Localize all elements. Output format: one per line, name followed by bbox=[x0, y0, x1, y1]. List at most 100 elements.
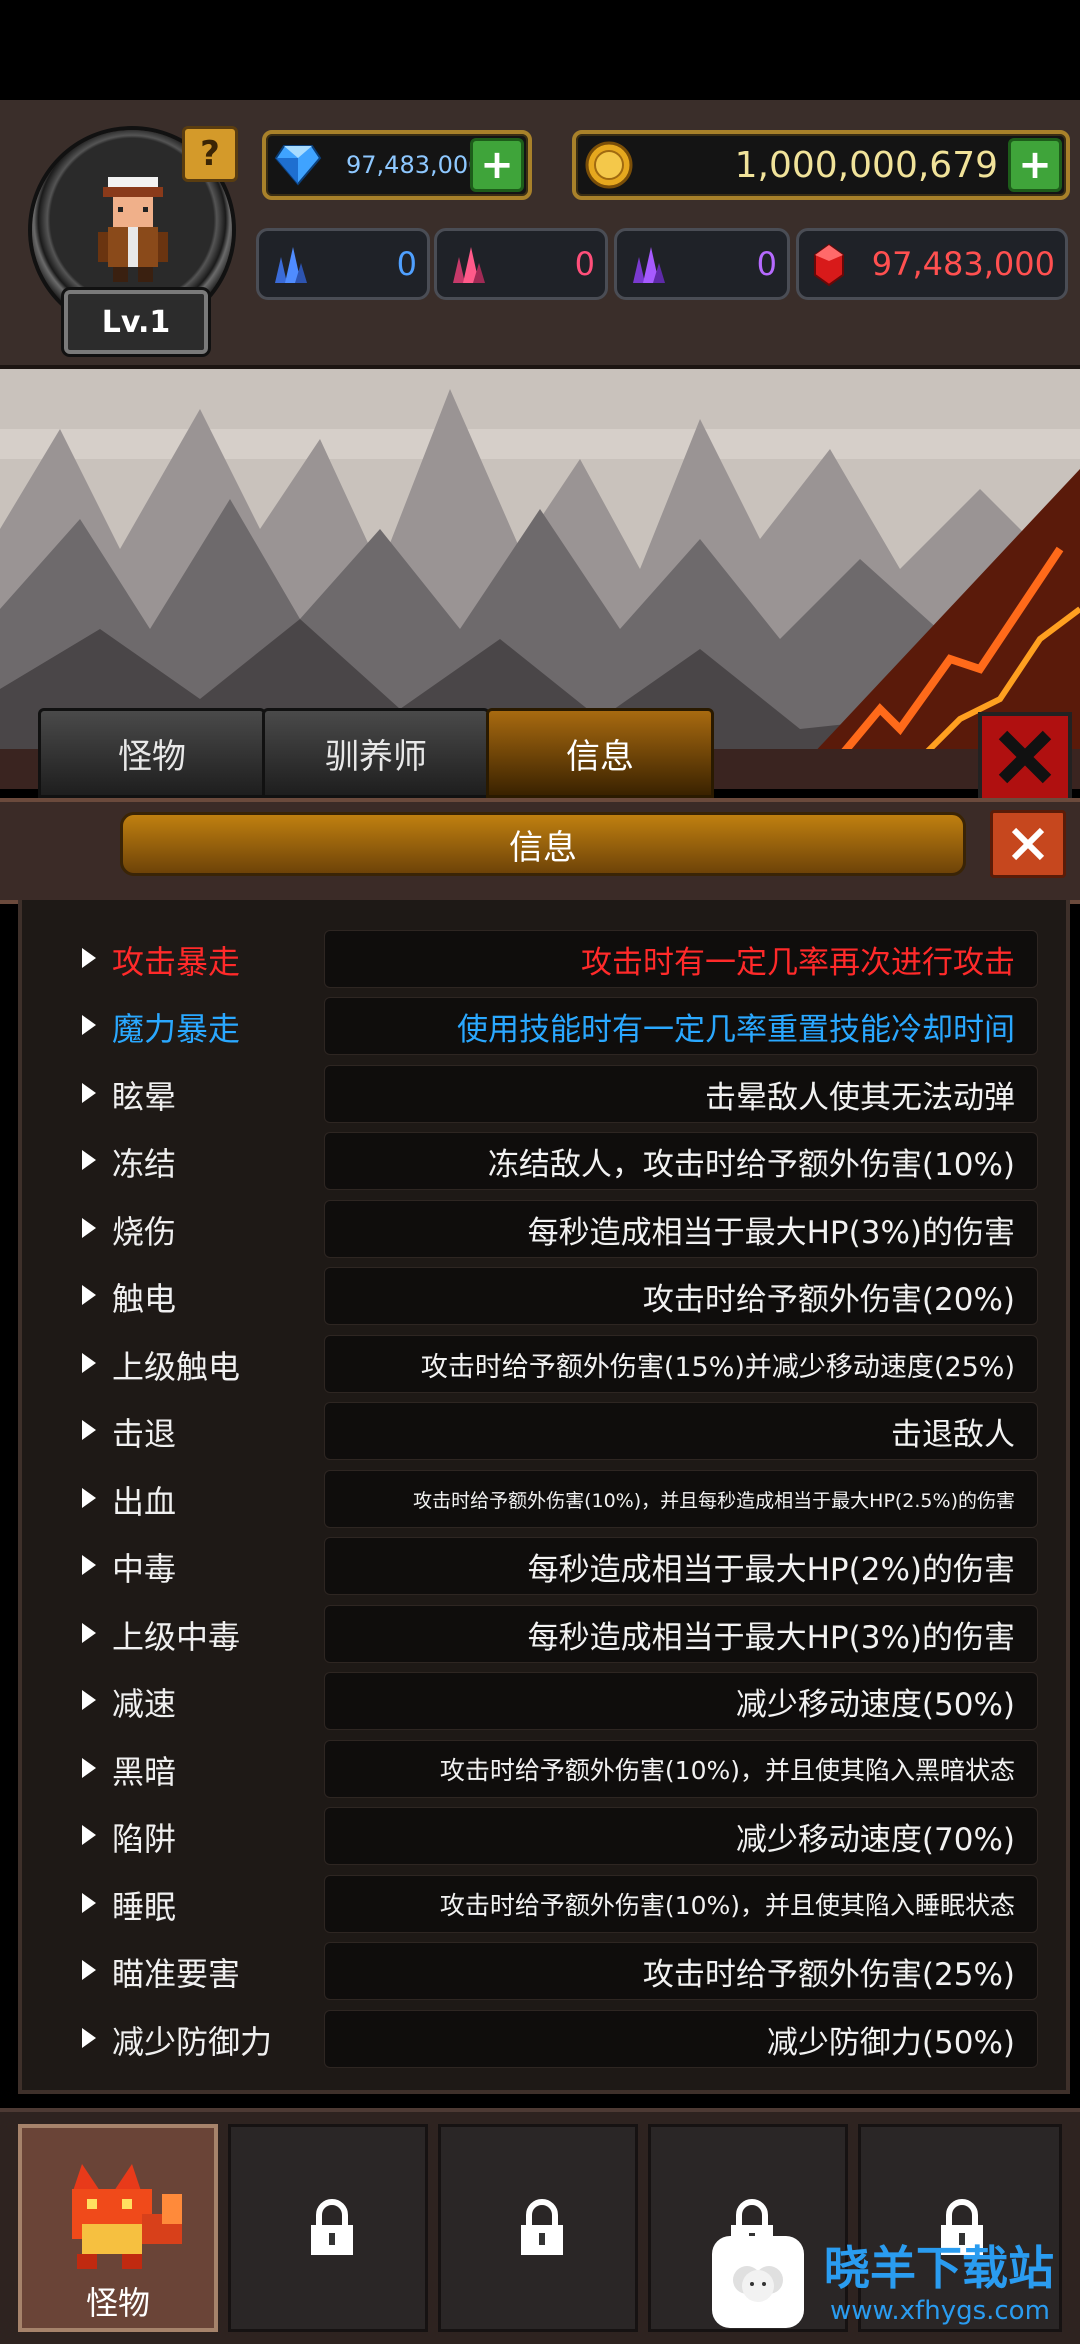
purple-shard-amount: 0 bbox=[756, 245, 777, 283]
buy-gold-button[interactable]: + bbox=[1008, 138, 1062, 192]
tab-info[interactable]: 信息 bbox=[486, 708, 714, 798]
effect-name: 中毒 bbox=[112, 1550, 177, 1588]
red-gem-icon bbox=[814, 243, 844, 287]
effect-description: 减少移动速度(50%) bbox=[324, 1672, 1038, 1730]
triangle-arrow-icon bbox=[82, 2028, 96, 2048]
list-item[interactable]: 冻结 冻结敌人，攻击时给予额外伤害(10%) bbox=[22, 1132, 1066, 1192]
tab-tamer[interactable]: 驯养师 bbox=[262, 708, 490, 798]
triangle-arrow-icon bbox=[82, 1083, 96, 1103]
lock-icon bbox=[311, 2199, 353, 2255]
effect-name: 冻结 bbox=[112, 1145, 177, 1183]
triangle-arrow-icon bbox=[82, 948, 96, 968]
effect-name: 眩晕 bbox=[112, 1078, 177, 1116]
effect-description: 攻击时给予额外伤害(25%) bbox=[324, 1942, 1038, 2000]
fox-monster-icon bbox=[72, 2164, 182, 2269]
player-avatar[interactable] bbox=[88, 172, 178, 282]
effect-description: 攻击时给予额外伤害(10%)，并且使其陷入睡眠状态 bbox=[324, 1875, 1038, 1933]
triangle-arrow-icon bbox=[82, 1758, 96, 1778]
pink-shard-counter: 0 bbox=[434, 228, 608, 300]
list-item[interactable]: 烧伤 每秒造成相当于最大HP(3%)的伤害 bbox=[22, 1200, 1066, 1260]
triangle-arrow-icon bbox=[82, 1623, 96, 1643]
list-item[interactable]: 击退 击退敌人 bbox=[22, 1402, 1066, 1462]
lock-icon bbox=[521, 2199, 563, 2255]
scene-close-button[interactable] bbox=[978, 712, 1072, 802]
list-item[interactable]: 上级触电 攻击时给予额外伤害(15%)并减少移动速度(25%) bbox=[22, 1335, 1066, 1395]
gold-counter: 1,000,000,679 + bbox=[572, 130, 1070, 200]
watermark-url: www.xfhygs.com bbox=[830, 2296, 1050, 2326]
effect-description: 攻击时给予额外伤害(10%)，并且每秒造成相当于最大HP(2.5%)的伤害 bbox=[324, 1470, 1038, 1528]
red-gem-counter: 97,483,000 bbox=[796, 228, 1068, 300]
panel-title: 信息 bbox=[120, 812, 966, 876]
gold-amount: 1,000,000,679 bbox=[734, 144, 998, 186]
triangle-arrow-icon bbox=[82, 1150, 96, 1170]
effect-name: 减速 bbox=[112, 1685, 177, 1723]
close-icon bbox=[1011, 827, 1045, 861]
red-gem-amount: 97,483,000 bbox=[871, 245, 1055, 283]
level-badge: Lv.1 bbox=[64, 290, 208, 354]
effect-name: 陷阱 bbox=[112, 1820, 177, 1858]
blue-shard-amount: 0 bbox=[396, 245, 417, 283]
pink-shard-amount: 0 bbox=[574, 245, 595, 283]
effect-description: 减少移动速度(70%) bbox=[324, 1807, 1038, 1865]
site-watermark: 晓羊下载站 www.xfhygs.com bbox=[712, 2230, 1080, 2340]
list-item[interactable]: 减少防御力 减少防御力(50%) bbox=[22, 2010, 1066, 2070]
close-icon bbox=[998, 730, 1052, 784]
triangle-arrow-icon bbox=[82, 1690, 96, 1710]
buy-gems-button[interactable]: + bbox=[470, 138, 524, 192]
effect-name: 黑暗 bbox=[112, 1753, 177, 1791]
list-item[interactable]: 出血 攻击时给予额外伤害(10%)，并且每秒造成相当于最大HP(2.5%)的伤害 bbox=[22, 1470, 1066, 1530]
help-button[interactable]: ? bbox=[182, 126, 238, 182]
monster-slot-1[interactable]: 怪物 bbox=[18, 2124, 218, 2332]
gold-coin-icon bbox=[585, 141, 633, 189]
effect-description: 攻击时给予额外伤害(10%)，并且使其陷入黑暗状态 bbox=[324, 1740, 1038, 1798]
panel-close-button[interactable] bbox=[990, 810, 1066, 878]
watermark-title: 晓羊下载站 bbox=[824, 2241, 1054, 2295]
list-item[interactable]: 上级中毒 每秒造成相当于最大HP(3%)的伤害 bbox=[22, 1605, 1066, 1665]
monster-slot-3[interactable] bbox=[438, 2124, 638, 2332]
effect-description: 每秒造成相当于最大HP(3%)的伤害 bbox=[324, 1605, 1038, 1663]
triangle-arrow-icon bbox=[82, 1285, 96, 1305]
triangle-arrow-icon bbox=[82, 1960, 96, 1980]
effect-name: 睡眠 bbox=[112, 1888, 177, 1926]
list-item[interactable]: 魔力暴走 使用技能时有一定几率重置技能冷却时间 bbox=[22, 997, 1066, 1057]
tab-monsters[interactable]: 怪物 bbox=[38, 708, 266, 798]
triangle-arrow-icon bbox=[82, 1015, 96, 1035]
effect-name: 击退 bbox=[112, 1415, 177, 1453]
blue-shard-counter: 0 bbox=[256, 228, 430, 300]
triangle-arrow-icon bbox=[82, 1893, 96, 1913]
list-item[interactable]: 瞄准要害 攻击时给予额外伤害(25%) bbox=[22, 1942, 1066, 2002]
effect-name: 上级触电 bbox=[112, 1348, 241, 1386]
list-item[interactable]: 陷阱 减少移动速度(70%) bbox=[22, 1807, 1066, 1867]
list-item[interactable]: 减速 减少移动速度(50%) bbox=[22, 1672, 1066, 1732]
effect-description: 冻结敌人，攻击时给予额外伤害(10%) bbox=[324, 1132, 1038, 1190]
effect-name: 触电 bbox=[112, 1280, 177, 1318]
effect-description: 使用技能时有一定几率重置技能冷却时间 bbox=[324, 997, 1038, 1055]
triangle-arrow-icon bbox=[82, 1353, 96, 1373]
status-effect-list[interactable]: 攻击暴走 攻击时有一定几率再次进行攻击 魔力暴走 使用技能时有一定几率重置技能冷却时… bbox=[18, 900, 1070, 2094]
purple-shard-counter: 0 bbox=[614, 228, 790, 300]
effect-description: 击退敌人 bbox=[324, 1402, 1038, 1460]
effect-description: 每秒造成相当于最大HP(2%)的伤害 bbox=[324, 1537, 1038, 1595]
diamond-icon bbox=[274, 145, 322, 186]
list-item[interactable]: 中毒 每秒造成相当于最大HP(2%)的伤害 bbox=[22, 1537, 1066, 1597]
monster-slot-2[interactable] bbox=[228, 2124, 428, 2332]
list-item[interactable]: 睡眠 攻击时给予额外伤害(10%)，并且使其陷入睡眠状态 bbox=[22, 1875, 1066, 1935]
effect-name: 上级中毒 bbox=[112, 1618, 241, 1656]
triangle-arrow-icon bbox=[82, 1555, 96, 1575]
gem-amount: 97,483,000 bbox=[346, 151, 484, 179]
triangle-arrow-icon bbox=[82, 1488, 96, 1508]
effect-description: 每秒造成相当于最大HP(3%)的伤害 bbox=[324, 1200, 1038, 1258]
list-item[interactable]: 触电 攻击时给予额外伤害(20%) bbox=[22, 1267, 1066, 1327]
effect-name: 攻击暴走 bbox=[112, 943, 241, 981]
triangle-arrow-icon bbox=[82, 1420, 96, 1440]
slot-label: 怪物 bbox=[85, 2284, 150, 2322]
pink-crystal-icon bbox=[453, 247, 485, 283]
list-item[interactable]: 黑暗 攻击时给予额外伤害(10%)，并且使其陷入黑暗状态 bbox=[22, 1740, 1066, 1800]
purple-crystal-icon bbox=[633, 247, 665, 283]
effect-name: 烧伤 bbox=[112, 1213, 177, 1251]
gem-counter: 97,483,000 + bbox=[262, 130, 532, 200]
list-item[interactable]: 攻击暴走 攻击时有一定几率再次进行攻击 bbox=[22, 930, 1066, 990]
effect-name: 魔力暴走 bbox=[112, 1010, 241, 1048]
effect-description: 减少防御力(50%) bbox=[324, 2010, 1038, 2068]
list-item[interactable]: 眩晕 击晕敌人使其无法动弹 bbox=[22, 1065, 1066, 1125]
